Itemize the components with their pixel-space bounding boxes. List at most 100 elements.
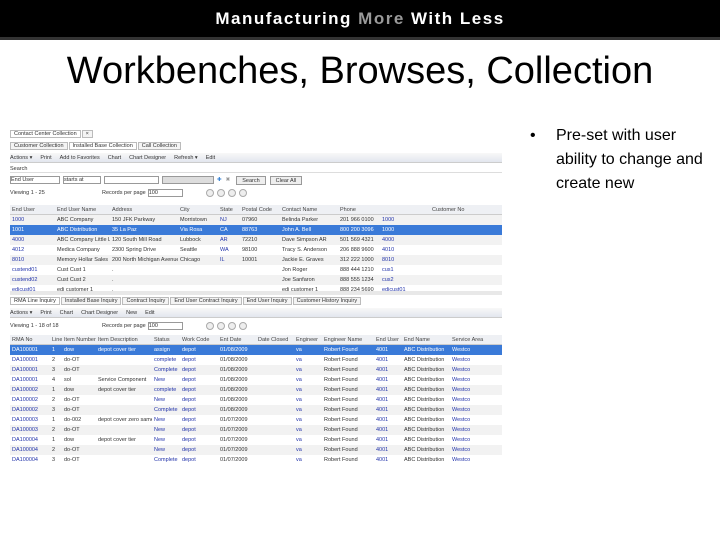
toolbar-actions-button[interactable]: Actions ▾ bbox=[10, 310, 32, 316]
horizontal-scrollbar[interactable] bbox=[10, 291, 502, 295]
toolbar-chart-designer-button[interactable]: Chart Designer bbox=[129, 155, 166, 161]
cell-end-user[interactable]: 1001 bbox=[10, 225, 55, 235]
column-header-end-user-name[interactable]: End User Name bbox=[55, 205, 110, 214]
cell-end-user[interactable]: 4001 bbox=[374, 425, 402, 435]
cell-status[interactable]: New bbox=[152, 395, 180, 405]
records-per-page-select[interactable]: 100 bbox=[147, 322, 183, 330]
cell-end-user[interactable]: 4001 bbox=[374, 415, 402, 425]
table-row[interactable]: 8010 Memory Hollar Sales 200 North Michiga… bbox=[10, 255, 502, 265]
cell-work-code[interactable]: depot bbox=[180, 395, 218, 405]
records-per-page-select[interactable]: 100 bbox=[147, 189, 183, 197]
table-row[interactable]: DA100002 3 do-OT Complete depot 01/08/2009 va R… bbox=[10, 405, 502, 415]
add-icon[interactable]: ✚ bbox=[217, 177, 222, 183]
toolbar-chart-designer-button[interactable]: Chart Designer bbox=[81, 310, 118, 316]
cell-status[interactable]: Complete bbox=[152, 455, 180, 465]
cell-engineer[interactable]: va bbox=[294, 405, 322, 415]
table-row[interactable]: DA100004 2 do-OT New depot 01/07/2009 va Robert… bbox=[10, 445, 502, 455]
cell-work-code[interactable]: depot bbox=[180, 355, 218, 365]
cell-status[interactable]: New bbox=[152, 445, 180, 455]
cell-work-code[interactable]: depot bbox=[180, 455, 218, 465]
cell-end-user[interactable]: 4001 bbox=[374, 435, 402, 445]
cell-state[interactable] bbox=[218, 265, 240, 275]
table-row[interactable]: DA100001 3 do-OT Complete depot 01/08/2009 va R… bbox=[10, 365, 502, 375]
cell-state[interactable]: NJ bbox=[218, 215, 240, 225]
cell-status[interactable]: New bbox=[152, 425, 180, 435]
tab-call-collection[interactable]: Call Collection bbox=[137, 141, 181, 150]
tab-customer-history-inquiry[interactable]: Customer History Inquiry bbox=[292, 296, 362, 305]
column-header-end-user[interactable]: End User bbox=[10, 205, 55, 214]
cell-service-area[interactable]: Westco bbox=[450, 375, 502, 385]
cell-end-user[interactable]: custend01 bbox=[10, 265, 55, 275]
cell-status[interactable]: Complete bbox=[152, 405, 180, 415]
remove-icon[interactable]: ✖ bbox=[226, 177, 231, 183]
cell-end-user[interactable]: 4000 bbox=[10, 235, 55, 245]
cell-rma-no[interactable]: DA100002 bbox=[10, 395, 50, 405]
cell-rma-no[interactable]: DA100001 bbox=[10, 345, 50, 355]
column-header-engineer-name[interactable]: Engineer Name bbox=[322, 335, 374, 344]
table-row[interactable]: DA100001 4 sol Service Component New depot 01/… bbox=[10, 375, 502, 385]
cell-status[interactable]: New bbox=[152, 415, 180, 425]
cell-blank[interactable]: 8010 bbox=[380, 255, 430, 265]
cell-rma-no[interactable]: DA100001 bbox=[10, 365, 50, 375]
column-header-rma-no[interactable]: RMA No bbox=[10, 335, 50, 344]
cell-blank[interactable]: 1000 bbox=[380, 215, 430, 225]
cell-end-user[interactable]: 8010 bbox=[10, 255, 55, 265]
table-row[interactable]: 1001 ABC Distribution 35 La Paz Via Rosa CA 8… bbox=[10, 225, 502, 235]
cell-engineer[interactable]: va bbox=[294, 445, 322, 455]
cell-service-area[interactable]: Westco bbox=[450, 415, 502, 425]
column-header-engineer[interactable]: Engineer bbox=[294, 335, 322, 344]
cell-work-code[interactable]: depot bbox=[180, 345, 218, 355]
cell-engineer[interactable]: va bbox=[294, 355, 322, 365]
column-header-end-user[interactable]: End User bbox=[374, 335, 402, 344]
search-button[interactable]: Search bbox=[236, 175, 266, 185]
column-header-postal-code[interactable]: Postal Code bbox=[240, 205, 280, 214]
cell-end-user[interactable]: 4001 bbox=[374, 365, 402, 375]
cell-end-user[interactable]: 4001 bbox=[374, 395, 402, 405]
column-header-customer-no[interactable]: Customer No bbox=[430, 205, 502, 214]
toolbar-edit-button[interactable]: Edit bbox=[206, 155, 215, 161]
cell-blank[interactable]: 4000 bbox=[380, 235, 430, 245]
cell-end-user[interactable]: 4001 bbox=[374, 375, 402, 385]
cell-service-area[interactable]: Westco bbox=[450, 365, 502, 375]
column-header-status[interactable]: Status bbox=[152, 335, 180, 344]
table-row[interactable]: DA100003 2 do-OT New depot 01/07/2009 va Robert… bbox=[10, 425, 502, 435]
table-row[interactable]: DA100003 1 do-002 depot cover zero same New d… bbox=[10, 415, 502, 425]
cell-status[interactable]: New bbox=[152, 435, 180, 445]
cell-rma-no[interactable]: DA100002 bbox=[10, 405, 50, 415]
table-row[interactable]: custend01 Cust Cust 1. Jon Roger 888 444 12… bbox=[10, 265, 502, 275]
cell-rma-no[interactable]: DA100002 bbox=[10, 385, 50, 395]
column-header-item-description[interactable]: Item Description bbox=[96, 335, 152, 344]
last-page-icon[interactable] bbox=[238, 322, 247, 330]
cell-blank[interactable]: 4010 bbox=[380, 245, 430, 255]
tab-rma-line-inquiry[interactable]: RMA Line Inquiry bbox=[10, 296, 60, 305]
cell-engineer[interactable]: va bbox=[294, 385, 322, 395]
cell-state[interactable] bbox=[218, 275, 240, 285]
cell-end-user[interactable]: 4001 bbox=[374, 355, 402, 365]
cell-engineer[interactable]: va bbox=[294, 425, 322, 435]
toolbar-add-to-favorites-button[interactable]: Add to Favorites bbox=[60, 155, 100, 161]
toolbar-new-button[interactable]: New bbox=[126, 310, 137, 316]
toolbar-edit-button[interactable]: Edit bbox=[145, 310, 154, 316]
cell-state[interactable]: IL bbox=[218, 255, 240, 265]
close-icon[interactable]: × bbox=[81, 130, 93, 138]
column-header-work-code[interactable]: Work Code bbox=[180, 335, 218, 344]
cell-rma-no[interactable]: DA100004 bbox=[10, 455, 50, 465]
cell-end-user[interactable]: 4001 bbox=[374, 445, 402, 455]
last-page-icon[interactable] bbox=[238, 189, 247, 197]
cell-end-user[interactable]: 4001 bbox=[374, 405, 402, 415]
search-operator-select[interactable]: starts at bbox=[63, 176, 101, 184]
tab-installed-base-inquiry[interactable]: Installed Base Inquiry bbox=[60, 296, 122, 305]
prev-page-icon[interactable] bbox=[216, 322, 225, 330]
cell-engineer[interactable]: va bbox=[294, 415, 322, 425]
tab-installed-base-collection[interactable]: Installed Base Collection bbox=[68, 141, 137, 150]
first-page-icon[interactable] bbox=[205, 189, 214, 197]
tab-contact-center[interactable]: Contact Center Collection bbox=[10, 130, 81, 138]
table-row[interactable]: DA100002 2 do-OT New depot 01/08/2009 va Robert… bbox=[10, 395, 502, 405]
cell-blank[interactable]: 1000 bbox=[380, 225, 430, 235]
cell-service-area[interactable]: Westco bbox=[450, 345, 502, 355]
table-row[interactable]: 4012 Medica Company 2300 Spring Drive Seatt… bbox=[10, 245, 502, 255]
cell-end-user[interactable]: 4001 bbox=[374, 385, 402, 395]
cell-rma-no[interactable]: DA100004 bbox=[10, 435, 50, 445]
cell-service-area[interactable]: Westco bbox=[450, 455, 502, 465]
toolbar-actions-button[interactable]: Actions ▾ bbox=[10, 155, 32, 161]
